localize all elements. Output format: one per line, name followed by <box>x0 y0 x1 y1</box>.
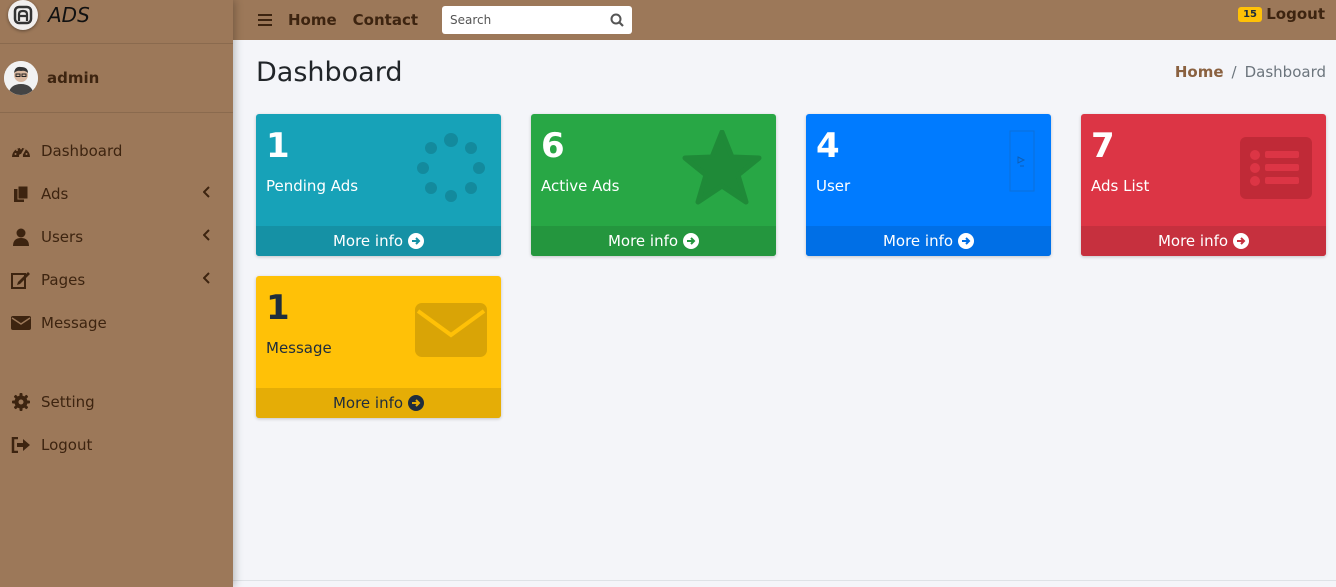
user-panel: admin <box>0 44 233 113</box>
message-box: 1 Message More info <box>256 276 501 418</box>
sidebar: ADS admin Dashboard Ads Users Pages Mess… <box>0 0 233 587</box>
more-info-label: More info <box>332 394 404 412</box>
search-icon[interactable] <box>602 6 632 34</box>
arrow-circle-right-icon <box>408 233 425 249</box>
breadcrumb-home-link[interactable]: Home <box>1175 63 1224 81</box>
sidebar-item-label: Dashboard <box>41 141 123 160</box>
arrow-circle-right-icon <box>958 233 975 249</box>
sidebar-item-logout[interactable]: Logout <box>0 423 233 466</box>
brand-logo-icon <box>8 0 38 30</box>
chevron-left-icon <box>202 229 211 245</box>
sidebar-item-label: Setting <box>41 392 95 411</box>
breadcrumb-separator: / <box>1231 63 1237 81</box>
active-ads-box: 6 Active Ads More info <box>531 114 776 256</box>
more-info-link[interactable]: More info <box>531 226 776 256</box>
avatar[interactable] <box>4 61 38 95</box>
more-info-link[interactable]: More info <box>1081 226 1326 256</box>
logout-link[interactable]: Logout <box>1266 5 1325 23</box>
arrow-circle-right-icon <box>408 395 425 411</box>
footer-divider <box>233 580 1336 581</box>
edit-icon <box>10 270 32 290</box>
copy-icon <box>10 184 32 204</box>
page-title: Dashboard <box>256 57 403 88</box>
user-icon <box>10 227 32 247</box>
sidebar-nav: Dashboard Ads Users Pages Message Settin… <box>0 113 233 466</box>
sidebar-item-label: Message <box>41 313 107 332</box>
envelope-icon <box>10 313 32 333</box>
nav-home-link[interactable]: Home <box>288 11 337 29</box>
brand-name: ADS <box>48 2 90 27</box>
broken-image-icon <box>1009 130 1035 196</box>
envelope-icon <box>415 303 487 363</box>
user-box: 4 User More info <box>806 114 1051 256</box>
box-title: User <box>816 177 851 195</box>
list-icon <box>1240 137 1312 203</box>
sidebar-item-label: Pages <box>41 270 86 289</box>
tachometer-icon <box>10 141 32 161</box>
user-name[interactable]: admin <box>47 69 99 87</box>
content-wrapper: Dashboard Home / Dashboard 1 Pending Ads M… <box>233 40 1336 587</box>
sidebar-item-pages[interactable]: Pages <box>0 258 233 301</box>
top-navbar: Home Contact 15 Logout <box>233 0 1336 40</box>
search-form <box>442 6 633 34</box>
more-info-link[interactable]: More info <box>256 226 501 256</box>
brand-link[interactable]: ADS <box>0 0 233 44</box>
sidebar-item-message[interactable]: Message <box>0 301 233 344</box>
sidebar-item-label: Users <box>41 227 84 246</box>
breadcrumb-current: Dashboard <box>1244 63 1326 81</box>
breadcrumb: Home / Dashboard <box>1175 63 1326 81</box>
notification-bell[interactable]: 15 <box>1238 2 1262 22</box>
arrow-circle-right-icon <box>683 233 700 249</box>
menu-toggle-icon[interactable] <box>258 14 272 26</box>
sidebar-item-users[interactable]: Users <box>0 215 233 258</box>
sidebar-item-ads[interactable]: Ads <box>0 172 233 215</box>
sidebar-item-label: Logout <box>41 435 93 454</box>
spinner-icon <box>415 132 487 208</box>
sidebar-item-dashboard[interactable]: Dashboard <box>0 129 233 172</box>
more-info-label: More info <box>1157 232 1229 250</box>
gear-icon <box>10 392 32 412</box>
box-count: 4 <box>816 126 840 166</box>
chevron-left-icon <box>202 272 211 288</box>
nav-contact-link[interactable]: Contact <box>353 11 418 29</box>
more-info-link[interactable]: More info <box>806 226 1051 256</box>
sign-out-icon <box>10 435 32 455</box>
more-info-label: More info <box>882 232 954 250</box>
chevron-left-icon <box>202 186 211 202</box>
pending-ads-box: 1 Pending Ads More info <box>256 114 501 256</box>
sidebar-item-label: Ads <box>41 184 69 203</box>
arrow-circle-right-icon <box>1233 233 1250 249</box>
search-input[interactable] <box>442 13 603 27</box>
notification-badge: 15 <box>1238 7 1262 22</box>
sidebar-item-setting[interactable]: Setting <box>0 380 233 423</box>
more-info-label: More info <box>607 232 679 250</box>
star-icon <box>682 129 762 210</box>
more-info-label: More info <box>332 232 404 250</box>
more-info-link[interactable]: More info <box>256 388 501 418</box>
ads-list-box: 7 Ads List More info <box>1081 114 1326 256</box>
